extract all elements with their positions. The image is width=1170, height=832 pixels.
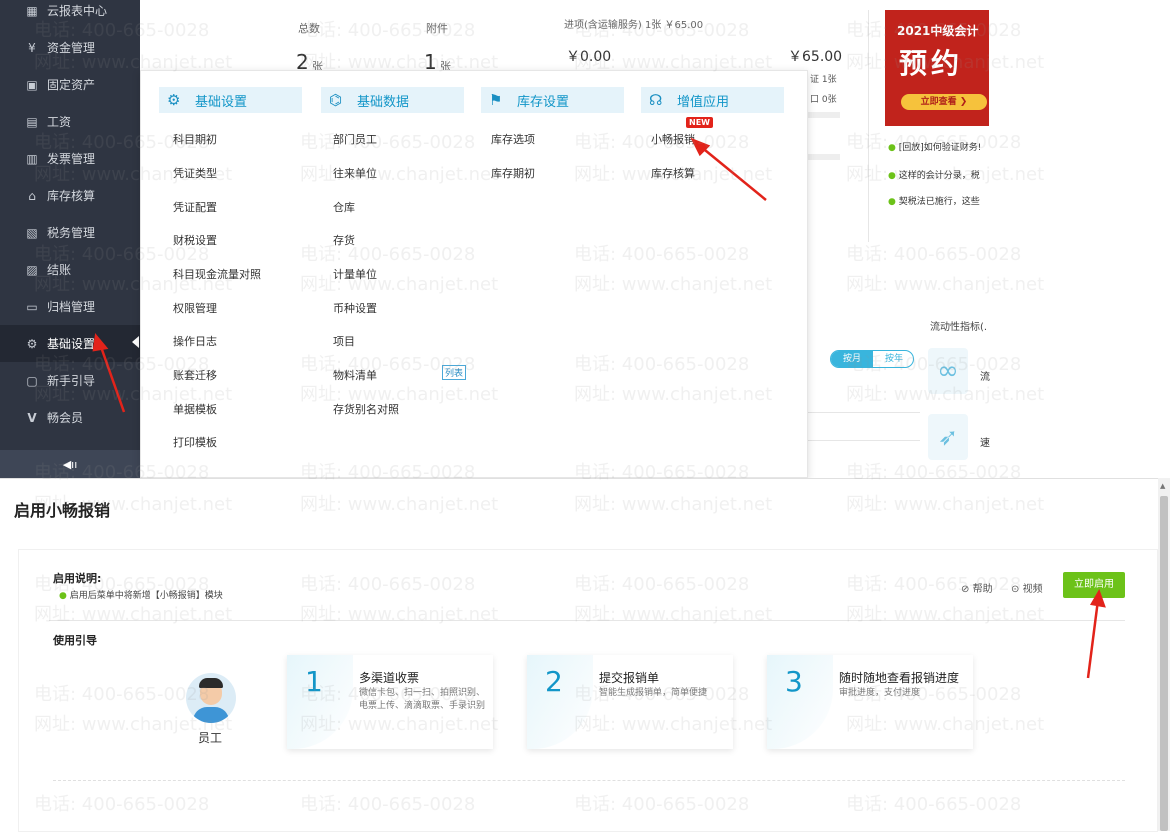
arrow-enable-line — [1086, 599, 1100, 679]
arrow-expense-line — [699, 145, 767, 201]
arrow-settings-head — [92, 333, 109, 352]
arrow-enable-head — [1090, 589, 1106, 608]
arrow-settings-line — [98, 343, 126, 413]
annotation-arrows — [92, 137, 1106, 679]
